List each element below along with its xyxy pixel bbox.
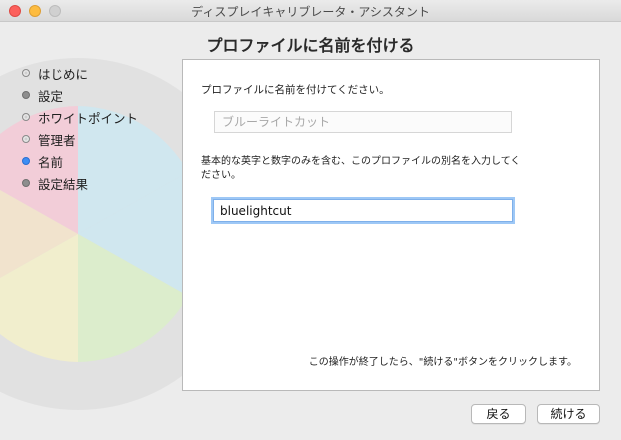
instruction-note: この操作が終了したら、"続ける"ボタンをクリックします。 [308,357,577,368]
step-label: 設定 [38,88,64,104]
profile-name-field[interactable] [214,111,512,133]
step-bullet-icon [22,135,30,143]
continue-button[interactable]: 続ける [537,404,600,424]
page-title: プロファイルに名前を付ける [206,36,415,55]
title-bar[interactable]: ディスプレイキャリブレータ・アシスタント [0,0,621,22]
step-bullet-icon [22,179,30,187]
step-bullet-icon [22,113,30,121]
step-name: 名前 [22,150,138,172]
step-bullet-current-icon [22,157,30,165]
content-panel: プロファイルに名前を付けてください。 基本的な英字と数字のみを含む、このプロファ… [182,59,600,391]
step-label: ホワイトポイント [38,110,139,126]
step-results: 設定結果 [22,172,138,194]
profile-name-prompt: プロファイルに名前を付けてください。 [201,84,390,96]
profile-alias-field[interactable] [213,199,513,222]
window-title: ディスプレイキャリブレータ・アシスタント [191,5,430,19]
step-intro: はじめに [22,62,138,84]
window: ディスプレイキャリブレータ・アシスタント プロファイルに名前を付ける はじめに … [0,0,621,440]
step-white-point: ホワイトポイント [22,106,138,128]
step-label: 設定結果 [38,176,89,192]
step-admin: 管理者 [22,128,138,150]
step-bullet-icon [22,91,30,99]
step-label: 管理者 [38,132,76,148]
step-label: はじめに [38,66,89,82]
step-label: 名前 [38,154,64,170]
step-bullet-icon [22,69,30,77]
step-settings: 設定 [22,84,138,106]
back-button[interactable]: 戻る [471,404,526,424]
profile-alias-prompt: 基本的な英字と数字のみを含む、このプロファイルの別名を入力してください。 [201,156,521,181]
step-list: はじめに 設定 ホワイトポイント 管理者 名前 設定結果 [22,62,138,194]
